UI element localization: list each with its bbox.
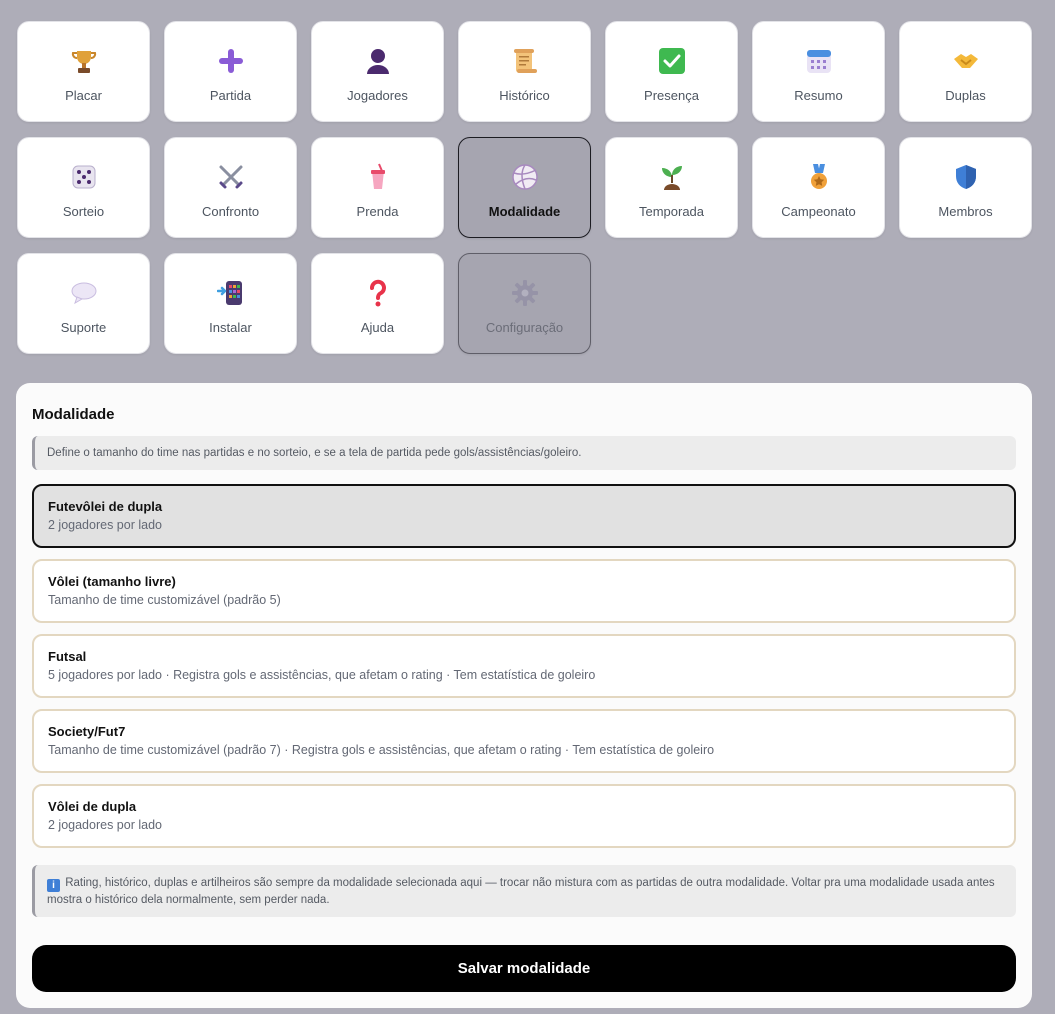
nav-tile-campeonato[interactable]: Campeonato — [752, 137, 885, 238]
nav-tile-label: Suporte — [60, 320, 107, 335]
panel-title: Modalidade — [32, 406, 115, 423]
option-futsal[interactable]: Futsal 5 jogadores por lado · Registra g… — [32, 634, 1016, 698]
nav-tile-label: Membros — [938, 204, 993, 219]
crossed-swords-icon — [216, 162, 246, 192]
save-button[interactable]: Salvar modalidade — [32, 945, 1016, 992]
nav-tile-label: Campeonato — [781, 204, 856, 219]
nav-tile-presenca[interactable]: Presença — [605, 21, 738, 122]
nav-tile-membros[interactable]: Membros — [899, 137, 1032, 238]
nav-tile-label: Instalar — [209, 320, 252, 335]
info-note-text: Rating, histórico, duplas e artilheiros … — [47, 877, 995, 906]
nav-tile-sorteio[interactable]: Sorteio — [17, 137, 150, 238]
nav-tile-label: Confronto — [201, 204, 260, 219]
nav-tile-label: Resumo — [794, 88, 843, 103]
option-society-fut7[interactable]: Society/Fut7 Tamanho de time customizáve… — [32, 709, 1016, 773]
install-app-icon — [216, 278, 246, 308]
gear-icon — [510, 278, 540, 308]
description-note: Define o tamanho do time nas partidas e … — [32, 436, 1016, 470]
option-futevolei-dupla[interactable]: Futevôlei de dupla 2 jogadores por lado — [32, 484, 1016, 548]
nav-tile-duplas[interactable]: Duplas — [899, 21, 1032, 122]
nav-tile-partida[interactable]: Partida — [164, 21, 297, 122]
nav-tile-suporte[interactable]: Suporte — [17, 253, 150, 354]
medal-icon — [804, 162, 834, 192]
calendar-icon — [804, 46, 834, 76]
nav-tile-jogadores[interactable]: Jogadores — [311, 21, 444, 122]
option-title: Futevôlei de dupla — [48, 499, 163, 514]
nav-tile-ajuda[interactable]: Ajuda — [311, 253, 444, 354]
nav-tile-label: Ajuda — [360, 320, 395, 335]
nav-tile-label: Configuração — [485, 320, 564, 335]
nav-tile-prenda[interactable]: Prenda — [311, 137, 444, 238]
option-description: 5 jogadores por lado · Registra gols e a… — [48, 668, 596, 682]
option-title: Vôlei de dupla — [48, 799, 137, 814]
scroll-icon — [510, 46, 540, 76]
nav-grid: Placar Partida Jogadores Histórico Prese… — [17, 21, 1032, 354]
nav-tile-label: Temporada — [638, 204, 705, 219]
nav-tile-label: Partida — [209, 88, 252, 103]
cup-straw-icon — [363, 162, 393, 192]
option-description: Tamanho de time customizável (padrão 7) … — [48, 743, 715, 757]
handshake-icon — [951, 46, 981, 76]
option-description: 2 jogadores por lado — [48, 818, 162, 832]
option-description: Tamanho de time customizável (padrão 5) — [48, 593, 281, 607]
check-box-icon — [657, 46, 687, 76]
info-note: i Rating, histórico, duplas e artilheiro… — [32, 865, 1016, 917]
nav-tile-label: Prenda — [356, 204, 399, 219]
option-description: 2 jogadores por lado — [48, 518, 162, 532]
volleyball-icon — [510, 162, 540, 192]
person-icon — [363, 46, 393, 76]
info-icon: i — [47, 879, 60, 892]
nav-tile-label: Duplas — [945, 88, 986, 103]
option-title: Futsal — [48, 649, 87, 664]
nav-tile-instalar[interactable]: Instalar — [164, 253, 297, 354]
dice-icon — [69, 162, 99, 192]
option-title: Vôlei (tamanho livre) — [48, 574, 176, 589]
nav-tile-historico[interactable]: Histórico — [458, 21, 591, 122]
nav-tile-label: Presença — [644, 88, 699, 103]
option-volei-dupla[interactable]: Vôlei de dupla 2 jogadores por lado — [32, 784, 1016, 848]
trophy-icon — [69, 46, 99, 76]
question-icon — [363, 278, 393, 308]
nav-tile-temporada[interactable]: Temporada — [605, 137, 738, 238]
nav-tile-configuracao[interactable]: Configuração — [458, 253, 591, 354]
nav-tile-label: Histórico — [499, 88, 550, 103]
plus-icon — [216, 46, 246, 76]
nav-tile-label: Modalidade — [488, 204, 561, 219]
option-volei-livre[interactable]: Vôlei (tamanho livre) Tamanho de time cu… — [32, 559, 1016, 623]
nav-tile-label: Sorteio — [62, 204, 105, 219]
speech-bubble-icon — [69, 278, 99, 308]
nav-tile-resumo[interactable]: Resumo — [752, 21, 885, 122]
nav-tile-label: Placar — [65, 88, 102, 103]
modalidade-panel: Modalidade Define o tamanho do time nas … — [16, 383, 1032, 1008]
nav-tile-modalidade[interactable]: Modalidade — [458, 137, 591, 238]
seedling-icon — [657, 162, 687, 192]
option-title: Society/Fut7 — [48, 724, 126, 739]
shield-icon — [951, 162, 981, 192]
nav-tile-label: Jogadores — [347, 88, 408, 103]
nav-tile-confronto[interactable]: Confronto — [164, 137, 297, 238]
nav-tile-placar[interactable]: Placar — [17, 21, 150, 122]
